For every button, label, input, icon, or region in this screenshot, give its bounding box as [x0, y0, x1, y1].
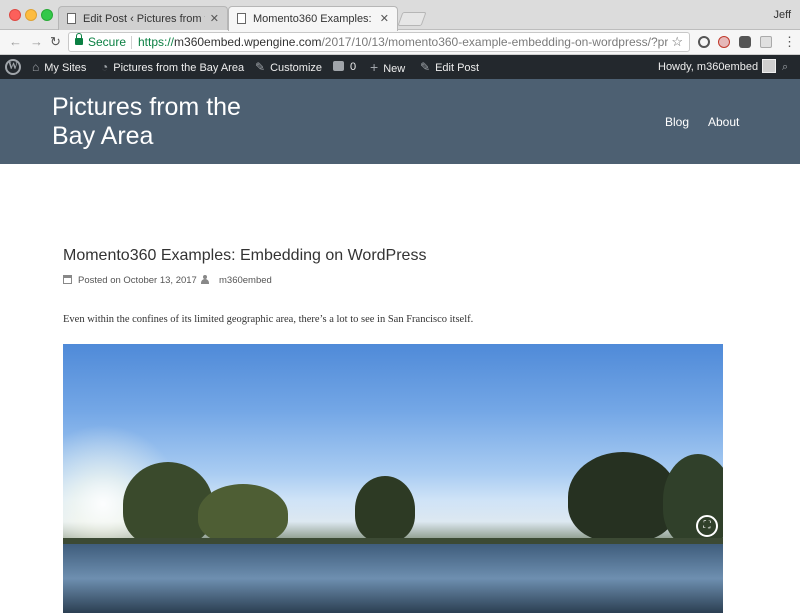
wordpress-logo-icon[interactable]: W — [5, 59, 21, 75]
reload-icon[interactable]: ↻ — [50, 34, 61, 50]
search-icon[interactable]: ⌕ — [782, 55, 788, 79]
tab-momento360-examples[interactable]: Momento360 Examples: Embe ✕ — [228, 6, 398, 31]
plus-icon: + — [370, 59, 379, 75]
tab-edit-post[interactable]: Edit Post ‹ Pictures from the B ✕ — [58, 6, 228, 31]
extension-clip-icon[interactable] — [718, 36, 730, 48]
site-header: Pictures from the Bay Area Blog About — [0, 79, 800, 164]
post-author[interactable]: m360embed — [201, 275, 272, 286]
browser-titlebar: Edit Post ‹ Pictures from the B ✕ Moment… — [0, 0, 800, 31]
howdy-label: Howdy, m360embed — [658, 61, 759, 73]
posted-on-text: Posted on October 13, 2017 — [78, 275, 197, 286]
extension-evernote-icon[interactable] — [739, 36, 751, 48]
author-name: m360embed — [219, 275, 272, 286]
url-host: m360embed.wpengine.com — [174, 35, 322, 49]
tree — [198, 484, 288, 544]
post-date[interactable]: Posted on October 13, 2017 — [63, 275, 197, 286]
divider — [131, 36, 132, 49]
url-text: https://m360embed.wpengine.com/2017/10/1… — [138, 33, 668, 51]
my-sites-menu[interactable]: ⌂ My Sites — [32, 55, 86, 79]
comment-bubble-icon — [333, 61, 344, 71]
user-icon — [201, 275, 209, 284]
forward-arrow-icon[interactable]: → — [30, 34, 43, 49]
site-name-menu[interactable]: ◔ Pictures from the Bay Area — [101, 55, 244, 79]
tab-title: Edit Post ‹ Pictures from the B — [83, 13, 205, 25]
comments-count: 0 — [350, 61, 357, 73]
customize-link[interactable]: ✎ Customize — [255, 55, 322, 79]
tree — [568, 452, 678, 542]
post-title: Momento360 Examples: Embedding on WordPr… — [63, 247, 427, 264]
new-content-menu[interactable]: + New — [370, 55, 405, 79]
calendar-icon — [63, 275, 72, 284]
browser-toolbar: ← → ↻ Secure https://m360embed.wpengine.… — [0, 30, 800, 55]
avatar — [762, 59, 777, 73]
wp-admin-bar: W ⌂ My Sites ◔ Pictures from the Bay Area … — [0, 55, 800, 79]
my-sites-label: My Sites — [44, 62, 87, 74]
new-label: New — [383, 63, 406, 75]
edit-post-label: Edit Post — [435, 62, 480, 74]
profile-name[interactable]: Jeff — [773, 9, 791, 21]
site-title[interactable]: Pictures from the Bay Area — [52, 93, 282, 151]
nav-about-link[interactable]: About — [708, 115, 739, 129]
minimize-window-button[interactable] — [25, 9, 37, 21]
dashboard-icon: ◔ — [101, 60, 109, 74]
new-tab-button[interactable] — [397, 12, 427, 26]
brush-icon: ✎ — [255, 60, 266, 74]
my-sites-icon: ⌂ — [32, 60, 40, 74]
lake-water — [63, 544, 723, 613]
tab-title: Momento360 Examples: Embe — [253, 13, 375, 25]
close-tab-icon[interactable]: ✕ — [210, 7, 219, 31]
extension-grid-icon[interactable] — [760, 36, 772, 48]
back-arrow-icon[interactable]: ← — [9, 34, 22, 49]
pencil-icon: ✎ — [420, 60, 431, 74]
site-name-label: Pictures from the Bay Area — [113, 62, 245, 74]
browser-menu-icon[interactable]: ⋮ — [783, 34, 796, 50]
close-tab-icon[interactable]: ✕ — [380, 7, 389, 31]
lock-icon — [75, 33, 83, 45]
close-window-button[interactable] — [9, 9, 21, 21]
maximize-window-button[interactable] — [41, 9, 53, 21]
address-bar[interactable]: Secure https://m360embed.wpengine.com/20… — [68, 32, 690, 52]
security-label: Secure — [88, 35, 127, 49]
edit-post-link[interactable]: ✎ Edit Post — [420, 55, 479, 79]
account-menu[interactable]: Howdy, m360embed — [658, 55, 777, 79]
comments-link[interactable]: 0 — [333, 55, 356, 79]
customize-label: Customize — [270, 62, 323, 74]
bookmark-star-icon[interactable]: ☆ — [671, 33, 683, 51]
post-excerpt: Even within the confines of its limited … — [63, 314, 474, 325]
fullscreen-icon[interactable]: ⛶ — [696, 515, 718, 537]
nav-blog-link[interactable]: Blog — [665, 115, 689, 129]
url-path: /2017/10/13/momento360-example-embedding… — [321, 35, 668, 49]
panorama-viewer[interactable]: ⛶ — [63, 344, 723, 613]
url-scheme: https:// — [138, 35, 175, 49]
tree — [355, 476, 415, 542]
page-icon — [67, 13, 76, 24]
page-icon — [237, 13, 246, 24]
extension-info-icon[interactable] — [698, 36, 710, 48]
